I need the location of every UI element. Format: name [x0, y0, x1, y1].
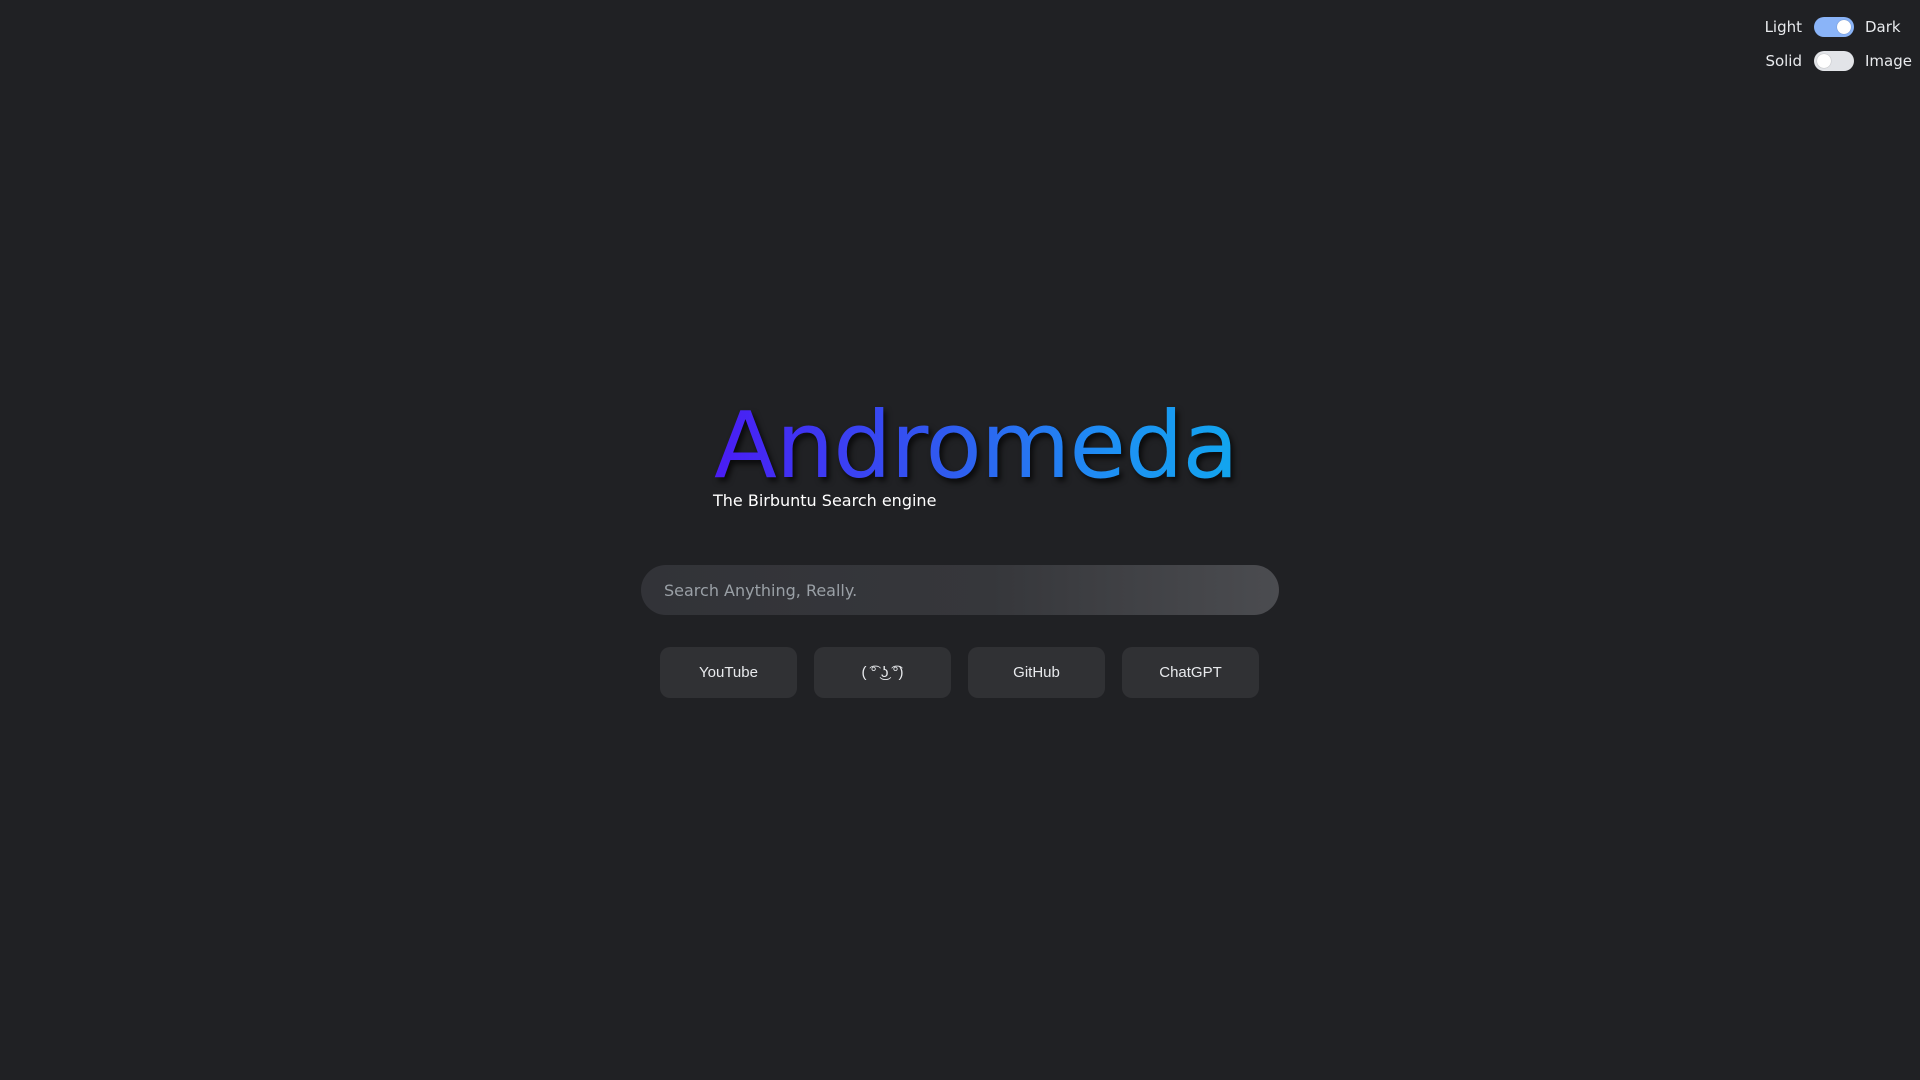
- theme-dark-label: Dark: [1865, 18, 1901, 36]
- theme-toggle-knob: [1837, 20, 1851, 34]
- background-solid-label: Solid: [1765, 52, 1802, 70]
- settings-panel: Light Dark Solid Image: [1752, 17, 1912, 71]
- andromeda-logo: Andromeda: [714, 392, 1239, 499]
- background-toggle-row: Solid Image: [1752, 51, 1912, 71]
- shortcut-github[interactable]: GitHub: [968, 647, 1105, 698]
- shortcut-lenny-face[interactable]: ( ͡° ͜ʖ ͡°): [814, 647, 951, 698]
- theme-light-label: Light: [1764, 18, 1802, 36]
- shortcut-list: YouTube ( ͡° ͜ʖ ͡°) GitHub ChatGPT: [660, 647, 1259, 698]
- background-image-label: Image: [1865, 52, 1912, 70]
- search-input[interactable]: [662, 579, 1279, 601]
- tagline: The Birbuntu Search engine: [713, 491, 937, 510]
- theme-toggle-row: Light Dark: [1752, 17, 1905, 37]
- shortcut-chatgpt[interactable]: ChatGPT: [1122, 647, 1259, 698]
- background-toggle-knob: [1817, 54, 1831, 68]
- search-bar[interactable]: [641, 565, 1279, 615]
- shortcut-youtube[interactable]: YouTube: [660, 647, 797, 698]
- background-toggle-switch[interactable]: [1814, 51, 1854, 71]
- theme-toggle-switch[interactable]: [1814, 17, 1854, 37]
